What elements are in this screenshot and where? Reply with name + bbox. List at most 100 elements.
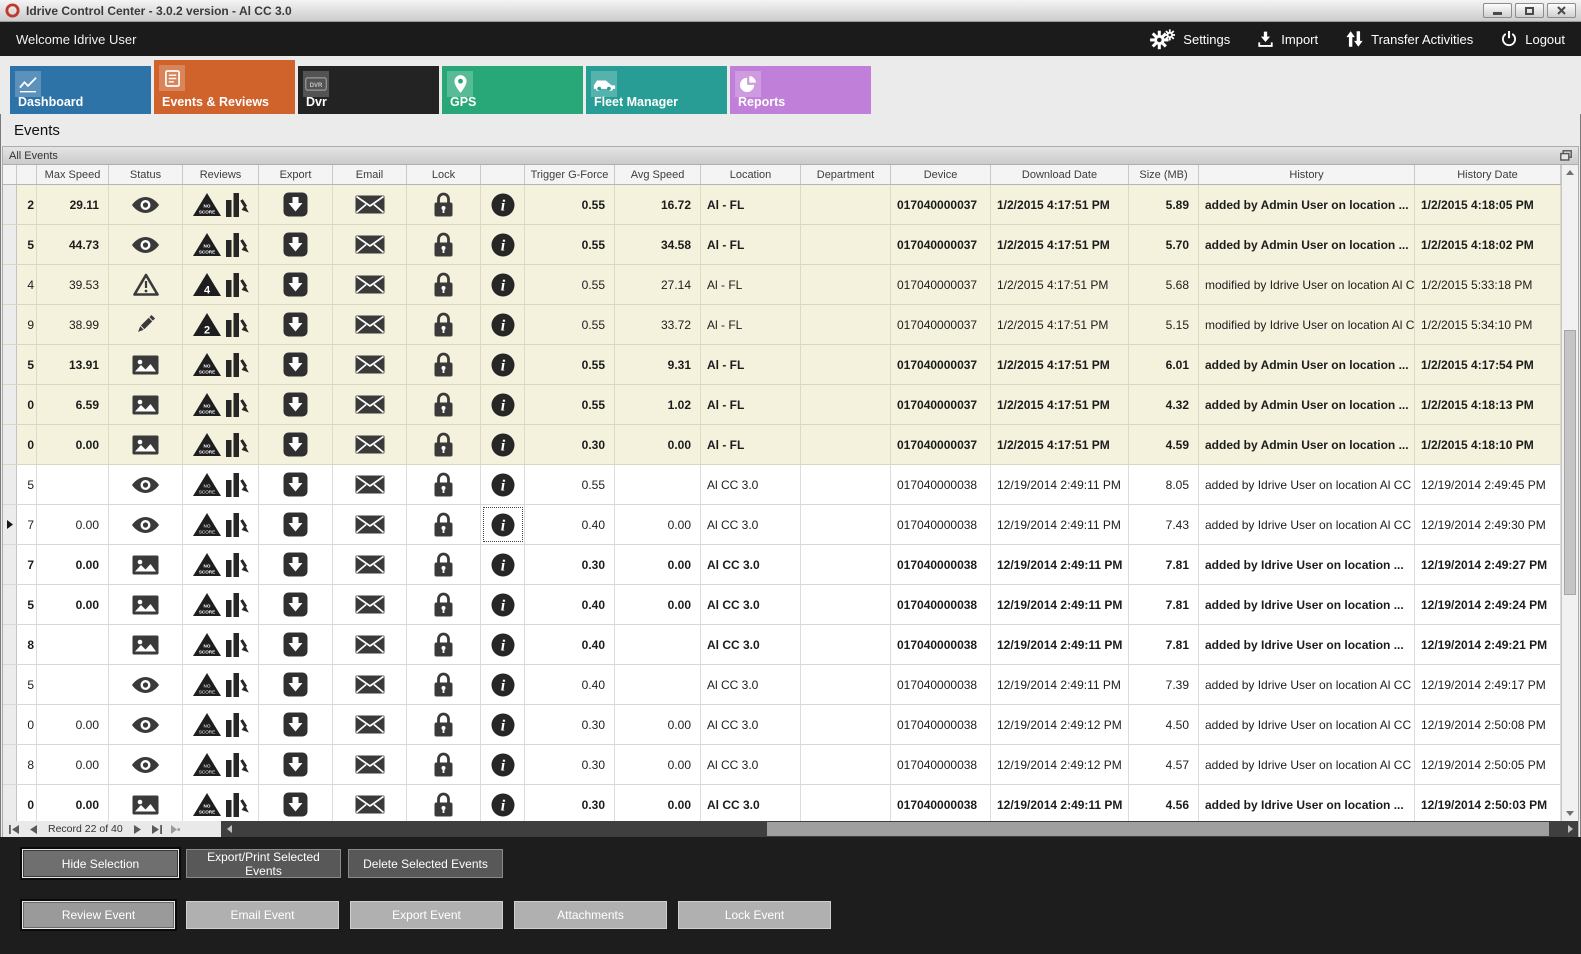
logout-button[interactable]: Logout xyxy=(1501,31,1565,47)
reviews-cell[interactable]: NOSCORE xyxy=(183,225,259,264)
lock-cell[interactable] xyxy=(407,265,481,304)
column-header-location[interactable]: Location xyxy=(701,165,801,184)
status-cell[interactable] xyxy=(109,305,183,344)
scroll-right-icon[interactable] xyxy=(1562,821,1578,837)
tab-fleet-manager[interactable]: Fleet Manager xyxy=(586,66,727,114)
info-cell[interactable]: i xyxy=(481,185,525,224)
horizontal-scrollbar[interactable] xyxy=(221,821,1578,837)
export-cell[interactable] xyxy=(259,705,333,744)
first-record-button[interactable] xyxy=(7,823,21,836)
minimize-button[interactable] xyxy=(1483,3,1512,18)
lock-cell[interactable] xyxy=(407,745,481,784)
column-header-history-date[interactable]: History Date xyxy=(1415,165,1561,184)
next-record-button[interactable] xyxy=(131,823,145,836)
export-cell[interactable] xyxy=(259,505,333,544)
column-header-lock[interactable]: Lock xyxy=(407,165,481,184)
lock-cell[interactable] xyxy=(407,345,481,384)
export-cell[interactable] xyxy=(259,785,333,821)
table-row[interactable]: 5NOSCOREi0.40Al CC 3.001704000003812/19/… xyxy=(3,665,1561,705)
reviews-cell[interactable]: NOSCORE xyxy=(183,505,259,544)
export-cell[interactable] xyxy=(259,225,333,264)
export-cell[interactable] xyxy=(259,745,333,784)
review-event-button[interactable]: Review Event xyxy=(22,901,175,929)
email-cell[interactable] xyxy=(333,505,407,544)
email-event-button[interactable]: Email Event xyxy=(186,901,339,929)
lock-cell[interactable] xyxy=(407,585,481,624)
table-row[interactable]: 70.00NOSCOREi0.400.00Al CC 3.00170400000… xyxy=(3,505,1561,545)
status-cell[interactable] xyxy=(109,425,183,464)
status-cell[interactable] xyxy=(109,745,183,784)
info-cell[interactable]: i xyxy=(481,785,525,821)
table-row[interactable]: 80.00NOSCOREi0.300.00Al CC 3.00170400000… xyxy=(3,745,1561,785)
column-header-blank[interactable] xyxy=(3,165,17,184)
reviews-cell[interactable]: NOSCORE xyxy=(183,705,259,744)
email-cell[interactable] xyxy=(333,265,407,304)
lock-cell[interactable] xyxy=(407,625,481,664)
previous-record-button[interactable] xyxy=(26,823,40,836)
export-cell[interactable] xyxy=(259,385,333,424)
status-cell[interactable] xyxy=(109,465,183,504)
column-header-blank[interactable] xyxy=(17,165,37,184)
info-cell[interactable]: i xyxy=(481,305,525,344)
table-row[interactable]: 50.00NOSCOREi0.400.00Al CC 3.00170400000… xyxy=(3,585,1561,625)
info-cell[interactable]: i xyxy=(481,625,525,664)
info-cell[interactable]: i xyxy=(481,745,525,784)
email-cell[interactable] xyxy=(333,665,407,704)
table-row[interactable]: 229.11NOSCOREi0.5516.72Al - FL0170400000… xyxy=(3,185,1561,225)
column-header-device[interactable]: Device xyxy=(891,165,991,184)
lock-cell[interactable] xyxy=(407,665,481,704)
scroll-left-icon[interactable] xyxy=(221,821,237,837)
delete-selected-events-button[interactable]: Delete Selected Events xyxy=(348,849,503,878)
tab-dvr[interactable]: DVRDvr xyxy=(298,66,439,114)
export-cell[interactable] xyxy=(259,545,333,584)
info-cell[interactable]: i xyxy=(481,345,525,384)
lock-cell[interactable] xyxy=(407,305,481,344)
vertical-scroll-thumb[interactable] xyxy=(1564,330,1576,595)
transfer-activities-button[interactable]: Transfer Activities xyxy=(1346,31,1473,47)
horizontal-scroll-thumb[interactable] xyxy=(767,822,1549,836)
tab-dashboard[interactable]: Dashboard xyxy=(10,66,151,114)
lock-cell[interactable] xyxy=(407,545,481,584)
tab-gps[interactable]: GPS xyxy=(442,66,583,114)
column-header-email[interactable]: Email xyxy=(333,165,407,184)
reviews-cell[interactable]: NOSCORE xyxy=(183,785,259,821)
email-cell[interactable] xyxy=(333,385,407,424)
export-cell[interactable] xyxy=(259,425,333,464)
table-row[interactable]: 70.00NOSCOREi0.300.00Al CC 3.00170400000… xyxy=(3,545,1561,585)
status-cell[interactable] xyxy=(109,585,183,624)
export-cell[interactable] xyxy=(259,185,333,224)
export-event-button[interactable]: Export Event xyxy=(350,901,503,929)
info-cell[interactable]: i xyxy=(481,465,525,504)
reviews-cell[interactable]: NOSCORE xyxy=(183,745,259,784)
column-header-department[interactable]: Department xyxy=(801,165,891,184)
column-header-max-speed[interactable]: Max Speed xyxy=(37,165,109,184)
email-cell[interactable] xyxy=(333,705,407,744)
email-cell[interactable] xyxy=(333,225,407,264)
table-row[interactable]: 00.00NOSCOREi0.300.00Al CC 3.00170400000… xyxy=(3,705,1561,745)
email-cell[interactable] xyxy=(333,185,407,224)
status-cell[interactable] xyxy=(109,665,183,704)
lock-cell[interactable] xyxy=(407,785,481,821)
reviews-cell[interactable]: NOSCORE xyxy=(183,585,259,624)
column-header-download-date[interactable]: Download Date xyxy=(991,165,1129,184)
table-row[interactable]: 00.00NOSCOREi0.300.00Al - FL017040000037… xyxy=(3,425,1561,465)
import-button[interactable]: Import xyxy=(1258,31,1318,48)
email-cell[interactable] xyxy=(333,345,407,384)
reviews-cell[interactable]: NOSCORE xyxy=(183,545,259,584)
column-header-blank[interactable] xyxy=(481,165,525,184)
export-cell[interactable] xyxy=(259,625,333,664)
reviews-cell[interactable]: NOSCORE xyxy=(183,345,259,384)
lock-cell[interactable] xyxy=(407,425,481,464)
status-cell[interactable] xyxy=(109,345,183,384)
export-print-selected-events-button[interactable]: Export/Print Selected Events xyxy=(186,849,341,878)
info-cell[interactable]: i xyxy=(481,225,525,264)
email-cell[interactable] xyxy=(333,745,407,784)
export-cell[interactable] xyxy=(259,345,333,384)
hide-selection-button[interactable]: Hide Selection xyxy=(22,849,179,878)
reviews-cell[interactable]: NOSCORE xyxy=(183,465,259,504)
status-cell[interactable] xyxy=(109,705,183,744)
status-cell[interactable] xyxy=(109,185,183,224)
attachments-button[interactable]: Attachments xyxy=(514,901,667,929)
lock-cell[interactable] xyxy=(407,505,481,544)
reviews-cell[interactable]: 4 xyxy=(183,265,259,304)
